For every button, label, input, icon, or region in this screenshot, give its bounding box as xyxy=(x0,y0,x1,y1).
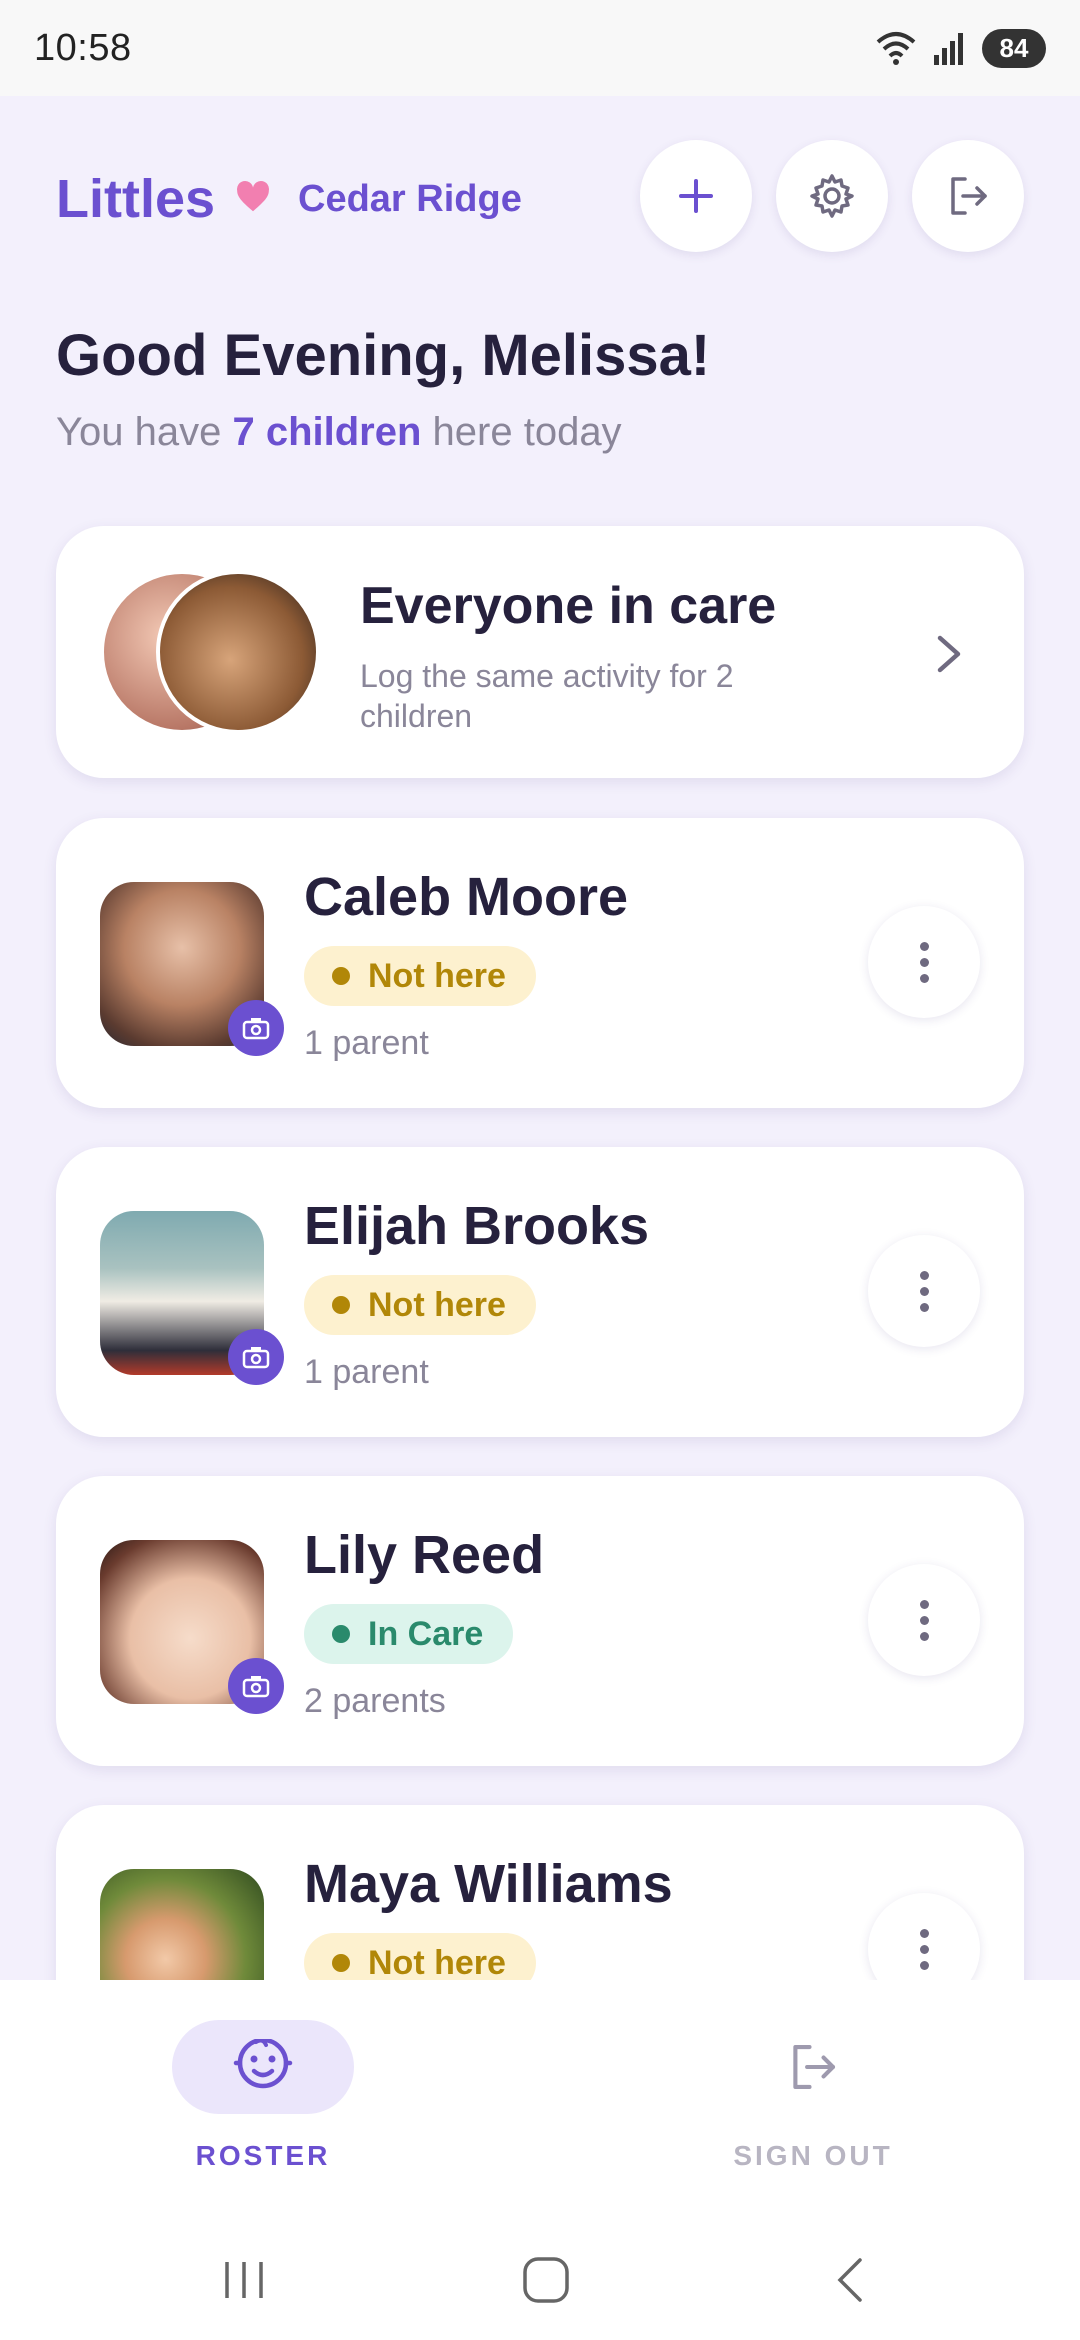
avatar xyxy=(156,570,320,734)
gear-icon xyxy=(810,174,854,218)
child-name: Elijah Brooks xyxy=(304,1196,650,1256)
nav-roster-tab[interactable] xyxy=(172,2020,354,2114)
status-badge: In Care xyxy=(304,1604,514,1664)
back-button[interactable] xyxy=(810,2250,890,2310)
nav-signout-tab[interactable] xyxy=(722,2020,904,2114)
everyone-in-care-card[interactable]: Everyone in care Log the same activity f… xyxy=(56,526,1024,778)
app-header: Littles Cedar Ridge xyxy=(56,140,1024,256)
wifi-icon xyxy=(876,32,916,65)
greeting-sub-prefix: You have xyxy=(56,410,233,454)
status-bar: 10:58 84 xyxy=(0,0,1080,96)
heart-icon xyxy=(237,181,269,212)
brand-title: Littles xyxy=(56,169,216,229)
camera-icon xyxy=(242,1347,270,1369)
child-name: Lily Reed xyxy=(304,1525,545,1585)
camera-icon xyxy=(242,1018,270,1040)
parent-count: 1 parent xyxy=(304,1024,429,1062)
recent-apps-button[interactable] xyxy=(204,2250,284,2310)
status-label: Not here xyxy=(368,1285,506,1324)
group-avatars xyxy=(100,570,320,736)
greeting-sub-suffix: here today xyxy=(421,410,622,454)
center-name: Cedar Ridge xyxy=(298,178,522,220)
exit-icon xyxy=(951,177,987,215)
bottom-navigation: ROSTER SIGN OUT xyxy=(0,1980,1080,2220)
home-icon xyxy=(523,2257,569,2303)
camera-button[interactable] xyxy=(228,1000,284,1056)
signal-icon xyxy=(934,33,963,65)
exit-icon xyxy=(793,2044,836,2090)
status-time: 10:58 xyxy=(34,26,132,69)
back-icon xyxy=(837,2258,862,2302)
more-options-button[interactable] xyxy=(868,1235,980,1347)
battery-indicator: 84 xyxy=(982,28,1046,68)
recent-apps-icon xyxy=(225,2262,263,2298)
children-count: 7 children xyxy=(232,410,422,454)
nav-roster-label: ROSTER xyxy=(195,2140,331,2171)
home-button[interactable] xyxy=(506,2250,586,2310)
camera-button[interactable] xyxy=(228,1658,284,1714)
camera-button[interactable] xyxy=(228,1329,284,1385)
everyone-title: Everyone in care xyxy=(360,577,777,635)
more-options-button[interactable] xyxy=(868,1564,980,1676)
status-badge: Not here xyxy=(304,1275,536,1335)
greeting-title: Good Evening, Melissa! xyxy=(56,323,711,388)
status-badge: Not here xyxy=(304,946,536,1006)
add-button[interactable] xyxy=(640,140,752,252)
child-card[interactable]: Caleb Moore Not here 1 parent xyxy=(56,818,1024,1108)
status-label: Not here xyxy=(368,956,506,995)
child-card[interactable]: Elijah Brooks Not here 1 parent xyxy=(56,1147,1024,1437)
child-name: Maya Williams xyxy=(304,1854,673,1914)
status-label: Not here xyxy=(368,1943,506,1982)
parent-count: 2 parents xyxy=(304,1682,446,1720)
parent-count: 1 parent xyxy=(304,1353,429,1391)
more-options-button[interactable] xyxy=(868,906,980,1018)
system-navigation-bar xyxy=(0,2220,1080,2340)
nav-signout-label: SIGN OUT xyxy=(733,2140,893,2171)
status-icons: 84 xyxy=(874,28,1046,68)
camera-icon xyxy=(242,1676,270,1698)
everyone-description: Log the same activity for 2 children xyxy=(360,658,734,734)
status-label: In Care xyxy=(368,1614,484,1653)
settings-button[interactable] xyxy=(776,140,888,252)
face-icon xyxy=(233,2039,293,2089)
chevron-right-icon xyxy=(937,635,961,673)
plus-icon xyxy=(679,179,713,213)
child-card[interactable]: Lily Reed In Care 2 parents xyxy=(56,1476,1024,1766)
exit-button[interactable] xyxy=(912,140,1024,252)
child-name: Caleb Moore xyxy=(304,867,629,927)
greeting-subtitle: You have 7 children here today xyxy=(56,410,622,455)
